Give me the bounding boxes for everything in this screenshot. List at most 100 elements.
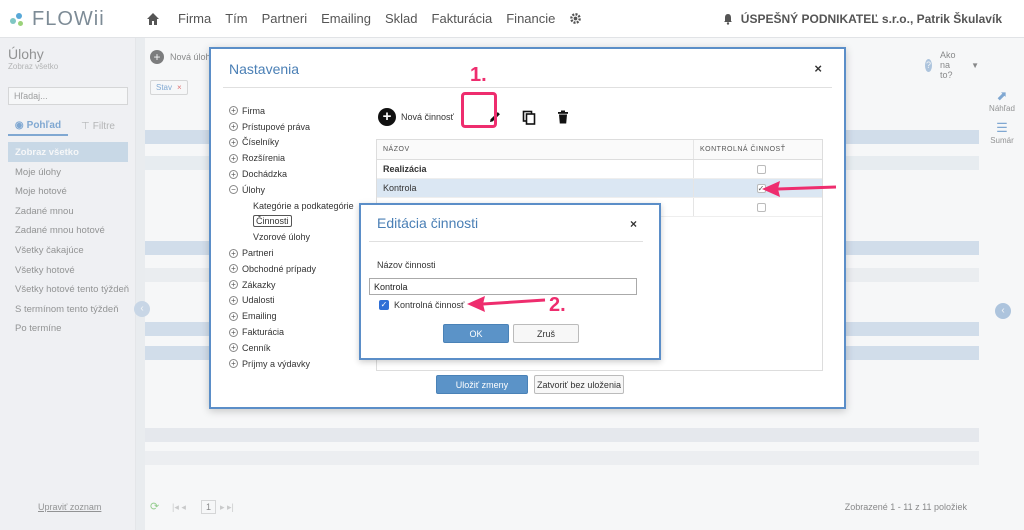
tree-label: Číselníky — [242, 137, 280, 148]
expand-icon: + — [229, 311, 238, 321]
annotation-step-2: 2. — [549, 294, 566, 316]
tree-item-obchodne-pripady[interactable]: + Obchodné prípady — [229, 261, 369, 277]
expand-icon: + — [229, 343, 238, 353]
tree-label: Udalosti — [242, 295, 275, 306]
trash-icon — [557, 110, 568, 124]
annotation-step-1: 1. — [470, 64, 487, 86]
row-control-cell — [694, 198, 822, 216]
copy-icon — [522, 110, 536, 125]
row-name: Realizácia — [377, 160, 694, 178]
dialog-title: Nastavenia — [229, 61, 300, 77]
close-without-saving-button[interactable]: Zatvoriť bez uloženia — [534, 375, 624, 394]
user-area[interactable]: ÚSPEŠNÝ PODNIKATEĽ s.r.o., Patrik Škulav… — [723, 12, 1002, 26]
add-activity-button[interactable]: + Nová činnosť — [378, 108, 454, 126]
tree-item-firma[interactable]: + Firma — [229, 103, 369, 119]
home-icon[interactable] — [146, 12, 160, 26]
divider — [223, 87, 832, 88]
nav-item-emailing[interactable]: Emailing — [321, 11, 371, 26]
tree-label: Firma — [242, 105, 265, 116]
collapse-icon: − — [229, 185, 238, 195]
tree-label: Fakturácia — [242, 327, 285, 338]
tree-item-kategorie[interactable]: Kategórie a podkategórie — [229, 198, 369, 214]
tree-item-cennik[interactable]: + Cenník — [229, 340, 369, 356]
checkbox[interactable] — [756, 164, 766, 174]
close-icon[interactable]: × — [814, 61, 822, 76]
column-header-name[interactable]: NÁZOV — [377, 140, 694, 159]
delete-button[interactable] — [551, 105, 575, 129]
activity-name-label: Názov činnosti — [377, 260, 436, 270]
main-nav: Firma Tím Partneri Emailing Sklad Faktur… — [146, 11, 582, 26]
ok-button[interactable]: OK — [443, 324, 509, 343]
tree-item-zakazky[interactable]: + Zákazky — [229, 277, 369, 293]
nav-item-partneri[interactable]: Partneri — [262, 11, 308, 26]
edit-activity-dialog: Editácia činnosti × Názov činnosti ✓ Kon… — [359, 203, 661, 360]
arrow-icon — [762, 181, 837, 197]
tree-item-cinnosti[interactable]: Činnosti — [229, 214, 369, 230]
expand-icon: + — [229, 169, 238, 179]
control-activity-checkbox[interactable]: ✓ Kontrolná činnosť — [379, 300, 464, 310]
expand-icon: + — [229, 295, 238, 305]
tree-item-rozsirenia[interactable]: + Rozšírenia — [229, 150, 369, 166]
tree-label: Partneri — [242, 248, 274, 259]
checkmark-icon: ✓ — [379, 300, 389, 310]
expand-icon: + — [229, 327, 238, 337]
table-row[interactable]: Realizácia — [377, 160, 822, 179]
checkbox-label: Kontrolná činnosť — [394, 300, 465, 310]
tree-item-udalosti[interactable]: + Udalosti — [229, 293, 369, 309]
tree-item-vzorove-ulohy[interactable]: Vzorové úlohy — [229, 229, 369, 245]
expand-icon: + — [229, 137, 238, 147]
tree-item-dochadzka[interactable]: + Dochádzka — [229, 166, 369, 182]
expand-icon: + — [229, 106, 238, 116]
add-activity-label: Nová činnosť — [401, 112, 454, 122]
tree-item-emailing[interactable]: + Emailing — [229, 308, 369, 324]
dialog-title: Editácia činnosti — [377, 215, 479, 231]
logo-text: FLOWii — [32, 8, 105, 30]
expand-icon: + — [229, 359, 238, 369]
tree-label: Rozšírenia — [242, 153, 286, 164]
tree-item-ciselniky[interactable]: + Číselníky — [229, 135, 369, 151]
save-changes-button[interactable]: Uložiť zmeny — [436, 375, 528, 394]
divider — [369, 241, 643, 242]
tree-label: Kategórie a podkategórie — [253, 200, 354, 211]
tree-label: Vzorové úlohy — [253, 232, 311, 243]
expand-icon: + — [229, 248, 238, 258]
tree-item-pristupove-prava[interactable]: + Prístupové práva — [229, 119, 369, 135]
nav-item-sklad[interactable]: Sklad — [385, 11, 418, 26]
close-icon[interactable]: × — [630, 217, 637, 231]
tree-label: Cenník — [242, 342, 271, 353]
tree-label: Emailing — [242, 311, 277, 322]
tree-item-fakturacia[interactable]: + Fakturácia — [229, 324, 369, 340]
expand-icon: + — [229, 153, 238, 163]
nav-item-tim[interactable]: Tím — [225, 11, 247, 26]
tree-label: Úlohy — [242, 184, 266, 195]
tree-label: Dochádzka — [242, 169, 288, 180]
tree-label: Činnosti — [253, 215, 292, 228]
table-header: NÁZOV KONTROLNÁ ČINNOSŤ — [377, 140, 822, 160]
expand-icon: + — [229, 122, 238, 132]
tree-item-prijmy-vydavky[interactable]: + Príjmy a výdavky — [229, 356, 369, 372]
nav-item-financie[interactable]: Financie — [506, 11, 555, 26]
table-row-selected[interactable]: Kontrola ✓ — [377, 179, 822, 198]
logo[interactable]: FLOWii — [8, 8, 105, 31]
expand-icon: + — [229, 280, 238, 290]
cancel-button[interactable]: Zruš — [513, 324, 579, 343]
company-user-name: ÚSPEŠNÝ PODNIKATEĽ s.r.o., Patrik Škulav… — [740, 12, 1002, 26]
expand-icon: + — [229, 264, 238, 274]
gear-icon[interactable] — [569, 12, 582, 25]
nav-item-firma[interactable]: Firma — [178, 11, 211, 26]
plus-icon: + — [378, 108, 396, 126]
column-header-control[interactable]: KONTROLNÁ ČINNOSŤ — [694, 140, 822, 159]
copy-button[interactable] — [517, 105, 541, 129]
tree-label: Zákazky — [242, 279, 276, 290]
row-control-cell — [694, 160, 822, 178]
tree-item-ulohy[interactable]: − Úlohy — [229, 182, 369, 198]
arrow-icon — [467, 296, 546, 312]
highlight-box-edit — [461, 92, 497, 128]
checkbox[interactable] — [756, 202, 766, 212]
tree-label: Prístupové práva — [242, 121, 311, 132]
bell-icon[interactable] — [723, 13, 733, 25]
logo-icon — [8, 10, 28, 30]
nav-item-fakturacia[interactable]: Fakturácia — [432, 11, 493, 26]
settings-tree: + Firma + Prístupové práva + Číselníky + Roz… — [229, 103, 369, 372]
tree-item-partneri[interactable]: + Partneri — [229, 245, 369, 261]
